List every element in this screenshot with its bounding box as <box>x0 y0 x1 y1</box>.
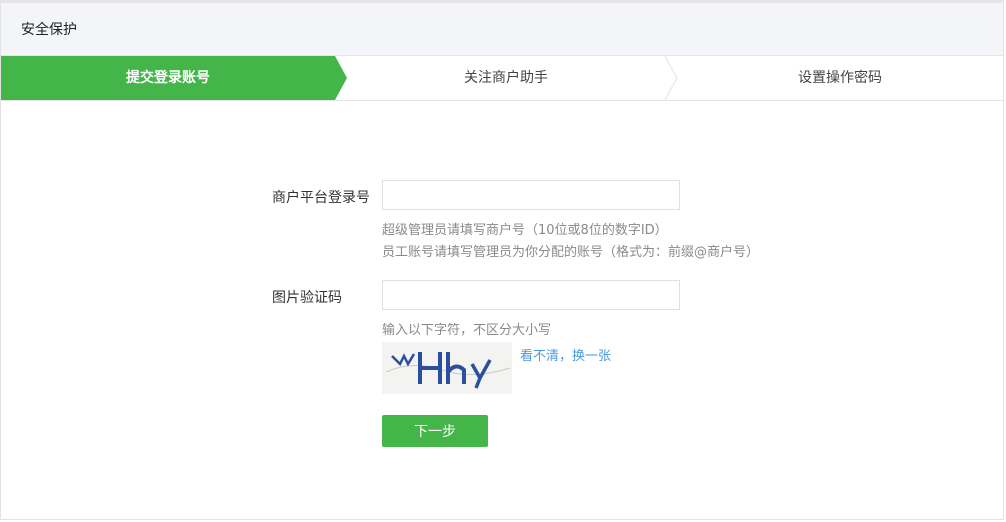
security-panel: 安全保护 提交登录账号 关注商户助手 设置操作密码 <box>0 0 1004 520</box>
captcha-input[interactable] <box>382 280 680 310</box>
step-indicator: 提交登录账号 关注商户助手 设置操作密码 <box>1 56 1003 101</box>
page-title: 安全保护 <box>21 22 77 38</box>
refresh-captcha-link[interactable]: 看不清，换一张 <box>520 345 611 364</box>
next-step-button[interactable]: 下一步 <box>382 415 488 447</box>
captcha-label: 图片验证码 <box>272 290 342 306</box>
step-set-password: 设置操作密码 <box>798 70 882 86</box>
step-follow-assistant: 关注商户助手 <box>464 70 548 86</box>
captcha-hint: 输入以下字符，不区分大小写 <box>382 323 552 338</box>
captcha-image[interactable] <box>382 342 512 394</box>
panel-header: 安全保护 <box>1 3 1003 56</box>
captcha-drawing <box>385 352 511 389</box>
account-hint-staff: 员工账号请填写管理员为你分配的账号（格式为：前缀@商户号） <box>382 245 760 260</box>
step-divider <box>664 56 678 100</box>
account-label: 商户平台登录号 <box>272 190 370 206</box>
step-submit-account: 提交登录账号 <box>126 70 210 86</box>
account-input[interactable] <box>382 180 680 210</box>
account-hint-admin: 超级管理员请填写商户号（10位或8位的数字ID） <box>382 223 668 238</box>
